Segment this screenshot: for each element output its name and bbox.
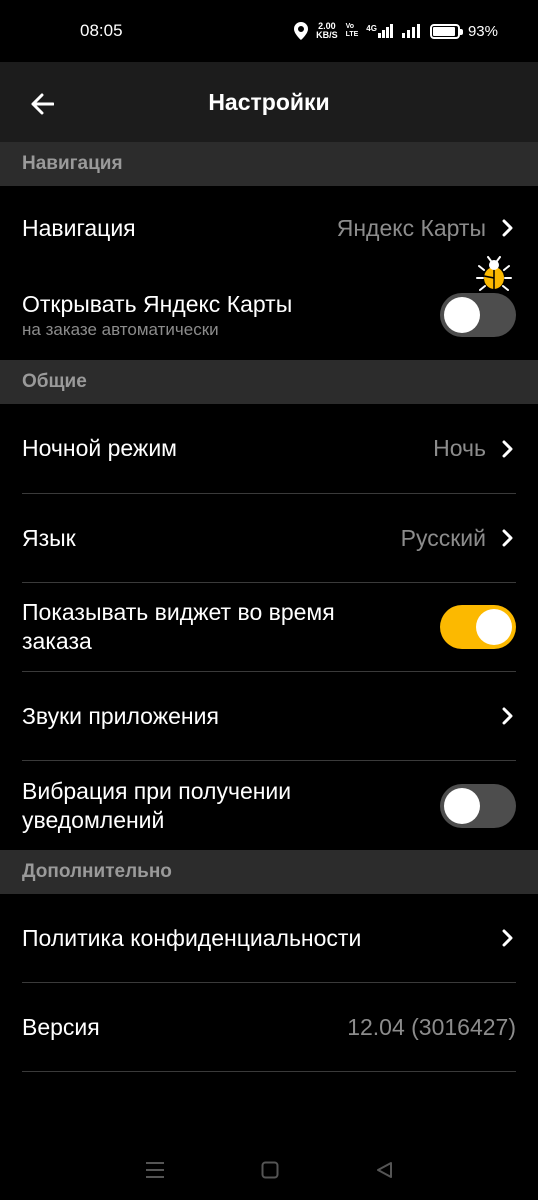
toggle-knob	[444, 787, 480, 824]
navigation-row[interactable]: Навигация Яндекс Карты	[0, 186, 538, 270]
privacy-row[interactable]: Политика конфиденциальности	[0, 894, 538, 982]
widget-toggle[interactable]	[440, 605, 516, 649]
language-row[interactable]: Язык Русский	[0, 494, 538, 582]
volte-indicator: Vo LTE	[345, 23, 359, 38]
open-maps-toggle[interactable]	[440, 293, 516, 337]
widget-row[interactable]: Показывать виджет во время заказа	[0, 583, 538, 671]
back-arrow-icon	[31, 93, 54, 115]
back-triangle-icon[interactable]	[375, 1161, 393, 1179]
signal-4g-icon: 4G	[366, 24, 394, 38]
widget-text: Показывать виджет во время заказа	[22, 598, 335, 656]
open-maps-row[interactable]: Открывать Яндекс Карты на заказе автомат…	[0, 270, 538, 360]
menu-icon[interactable]	[145, 1161, 165, 1179]
open-maps-text: Открывать Яндекс Карты на заказе автомат…	[22, 290, 292, 340]
toggle-knob	[476, 609, 512, 645]
vibration-text: Вибрация при получении уведомлений	[22, 777, 291, 835]
navigation-label: Навигация	[22, 214, 136, 241]
vibration-toggle[interactable]	[440, 783, 516, 828]
chevron-right-icon	[502, 929, 513, 947]
divider	[22, 1071, 516, 1072]
back-button[interactable]	[22, 84, 62, 124]
open-maps-label: Открывать Яндекс Карты	[22, 291, 293, 317]
chevron-right-icon	[502, 707, 513, 725]
language-label: Язык	[22, 524, 76, 551]
vibration-label-line2: уведомлений	[22, 806, 165, 833]
section-header-extra: Дополнительно	[0, 850, 538, 894]
section-header-navigation: Навигация	[0, 142, 538, 186]
night-mode-row[interactable]: Ночной режим Ночь	[0, 404, 538, 493]
section-header-general: Общие	[0, 360, 538, 404]
version-value: 12.04 (3016427)	[347, 1013, 516, 1040]
sounds-label: Звуки приложения	[22, 702, 219, 729]
signal-icon	[401, 24, 420, 38]
status-icons: 2.00 KB/S Vo LTE 4G 93%	[294, 22, 498, 40]
sounds-row[interactable]: Звуки приложения	[0, 672, 538, 760]
home-icon[interactable]	[261, 1161, 279, 1179]
vibration-row[interactable]: Вибрация при получении уведомлений	[0, 761, 538, 850]
widget-label-line2: заказа	[22, 628, 92, 654]
status-bar: 08:05 2.00 KB/S Vo LTE 4G 93%	[0, 0, 538, 62]
version-row: Версия 12.04 (3016427)	[0, 983, 538, 1071]
app-bar: Настройки	[0, 62, 538, 142]
chevron-right-icon	[502, 440, 513, 457]
status-time: 08:05	[80, 21, 123, 40]
chevron-right-icon	[502, 529, 513, 547]
night-mode-value: Ночь	[433, 435, 486, 461]
system-nav-bar	[0, 1140, 538, 1200]
page-title: Настройки	[208, 88, 330, 115]
open-maps-sub: на заказе автоматически	[22, 320, 219, 339]
navigation-value: Яндекс Карты	[336, 214, 486, 241]
location-icon	[294, 22, 309, 40]
widget-label-line1: Показывать виджет во время	[22, 599, 335, 625]
vibration-label-line1: Вибрация при получении	[22, 777, 292, 804]
night-mode-label: Ночной режим	[22, 435, 177, 461]
net-speed: 2.00 KB/S	[316, 21, 338, 40]
toggle-knob	[444, 297, 480, 333]
battery-icon	[429, 23, 463, 39]
language-value: Русский	[400, 524, 486, 551]
battery-percent: 93%	[467, 22, 498, 40]
privacy-label: Политика конфиденциальности	[22, 924, 362, 951]
version-label: Версия	[22, 1013, 100, 1040]
chevron-right-icon	[502, 219, 513, 237]
